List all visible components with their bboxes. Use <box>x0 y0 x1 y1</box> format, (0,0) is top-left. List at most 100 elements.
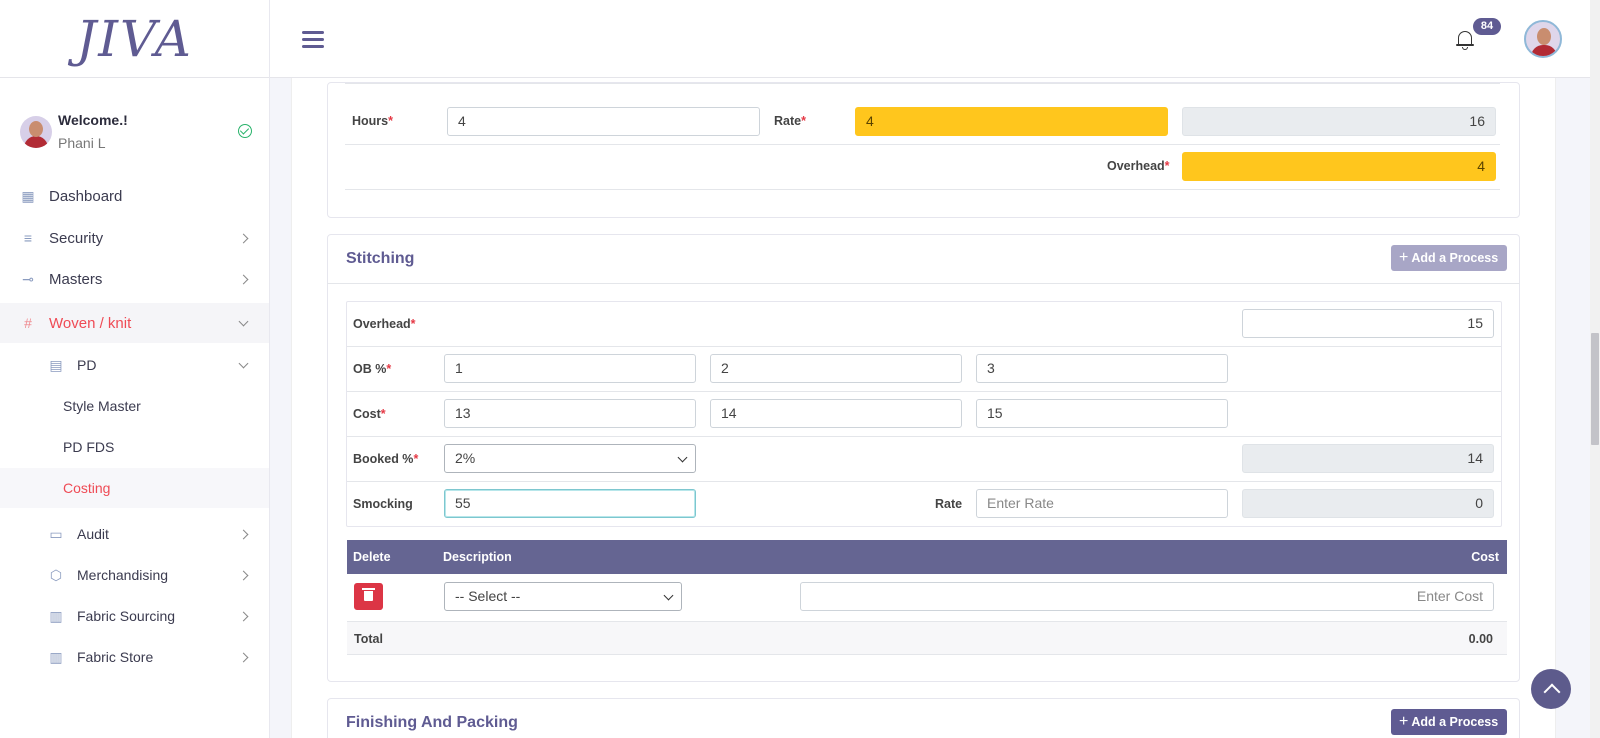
sidebar: JIVA Welcome.! Phani L ▦ Dashboard ≡ Sec… <box>0 0 270 738</box>
fabric-icon: ▥ <box>49 608 63 624</box>
process-table-header: Delete Description Cost <box>347 540 1507 574</box>
cost-input-1[interactable]: 13 <box>444 399 696 428</box>
sidebar-item-audit[interactable]: ▭ Audit <box>0 514 269 554</box>
header-delete: Delete <box>353 550 391 564</box>
hamburger-menu-icon[interactable] <box>302 31 324 48</box>
ob-percent-input-3[interactable]: 3 <box>976 354 1228 383</box>
delete-row-button[interactable] <box>354 583 383 610</box>
sidebar-item-label: Security <box>49 229 104 247</box>
cost-input-2[interactable]: 14 <box>710 399 962 428</box>
cost-label: Cost* <box>353 407 386 421</box>
avatar <box>20 116 52 148</box>
bell-icon[interactable] <box>1456 30 1474 50</box>
booked-percent-select[interactable]: 2% <box>444 444 696 473</box>
smocking-rate-label: Rate <box>935 497 963 511</box>
sidebar-item-label: Fabric Store <box>77 649 154 665</box>
table-total-row: Total 0.00 <box>347 621 1507 655</box>
stitching-title: Stitching <box>346 250 415 267</box>
sidebar-item-label: Merchandising <box>77 567 169 583</box>
chevron-right-icon <box>238 233 249 243</box>
table-icon: ▤ <box>49 357 63 373</box>
smocking-total: 0 <box>1242 489 1494 518</box>
dashboard-icon: ▦ <box>21 188 35 204</box>
cost-input-3[interactable]: 15 <box>976 399 1228 428</box>
chevron-down-icon <box>663 590 674 601</box>
sidebar-item-costing[interactable]: Costing <box>0 468 269 508</box>
sidebar-item-label: Woven / knit <box>49 314 132 332</box>
ob-percent-label: OB %* <box>353 362 392 376</box>
sidebar-item-pd-fds[interactable]: PD FDS <box>0 427 269 467</box>
labour-cost-card <box>327 82 1520 218</box>
sidebar-item-label: Dashboard <box>49 187 123 205</box>
finishing-title: Finishing And Packing <box>346 714 518 731</box>
hours-label: Hours* <box>352 114 393 128</box>
chevron-right-icon <box>238 274 249 284</box>
sidebar-item-label: PD <box>77 357 97 373</box>
chevron-right-icon <box>238 570 249 580</box>
description-select[interactable]: -- Select -- <box>444 582 682 611</box>
stitching-add-process-button[interactable]: + Add a Process <box>1391 245 1508 271</box>
hours-input[interactable]: 4 <box>447 107 760 136</box>
chevron-down-icon <box>238 316 249 327</box>
sidebar-item-security[interactable]: ≡ Security <box>0 218 269 258</box>
total-value: 0.00 <box>1468 632 1493 646</box>
logo[interactable]: JIVA <box>0 0 269 78</box>
logo-text: JIVA <box>76 9 193 68</box>
masters-icon: ⊸ <box>22 271 34 287</box>
chevron-right-icon <box>238 529 249 539</box>
stitching-overhead-input[interactable]: 15 <box>1242 309 1494 338</box>
smocking-label: Smocking <box>353 497 413 511</box>
sidebar-item-label: Style Master <box>63 398 141 414</box>
sidebar-item-merchandising[interactable]: ⬡ Merchandising <box>0 555 269 595</box>
merch-icon: ⬡ <box>49 567 63 583</box>
audit-icon: ▭ <box>49 526 63 542</box>
sidebar-item-label: Masters <box>49 270 103 288</box>
stitching-overhead-label: Overhead* <box>353 317 416 331</box>
online-check-icon <box>238 124 252 138</box>
sidebar-item-dashboard[interactable]: ▦ Dashboard <box>0 176 269 216</box>
rate-input[interactable]: 4 <box>855 107 1168 136</box>
chevron-down-icon <box>238 358 249 369</box>
booked-percent-label: Booked %* <box>353 452 419 466</box>
smocking-rate-input[interactable]: Enter Rate <box>976 489 1228 518</box>
sidebar-item-label: Costing <box>63 480 111 496</box>
row-cost-input[interactable]: Enter Cost <box>800 582 1494 611</box>
sidebar-item-pd[interactable]: ▤ PD <box>0 345 269 385</box>
sidebar-item-fabric-sourcing[interactable]: ▥ Fabric Sourcing <box>0 596 269 636</box>
overhead-input[interactable]: 4 <box>1182 152 1496 181</box>
scroll-to-top-button[interactable] <box>1531 669 1571 709</box>
sidebar-item-label: Audit <box>77 526 109 542</box>
user-name: Phani L <box>58 135 106 151</box>
rate-label: Rate* <box>774 114 806 128</box>
grid-icon: # <box>24 315 32 331</box>
notification-badge: 84 <box>1473 18 1501 35</box>
overhead-label: Overhead* <box>1107 159 1170 173</box>
sliders-icon: ≡ <box>23 230 33 246</box>
chevron-right-icon <box>238 652 249 662</box>
smocking-input[interactable]: 55 <box>444 489 696 518</box>
sidebar-item-masters[interactable]: ⊸ Masters <box>0 259 269 299</box>
sidebar-item-fabric-store[interactable]: ▥ Fabric Store <box>0 637 269 677</box>
user-profile: Welcome.! Phani L <box>20 110 252 154</box>
chevron-down-icon <box>677 452 688 463</box>
page-scrollbar[interactable] <box>1590 0 1600 738</box>
header-description: Description <box>443 550 512 564</box>
chevron-right-icon <box>238 611 249 621</box>
hours-rate-total: 16 <box>1182 107 1496 136</box>
finishing-add-process-button[interactable]: + Add a Process <box>1391 709 1508 735</box>
header-cost: Cost <box>1471 550 1499 564</box>
sidebar-item-woven-knit[interactable]: # Woven / knit <box>0 303 269 343</box>
total-label: Total <box>354 632 383 646</box>
trash-icon <box>362 588 375 601</box>
welcome-text: Welcome.! <box>58 112 128 128</box>
scrollbar-thumb[interactable] <box>1591 333 1599 445</box>
store-icon: ▥ <box>49 649 63 665</box>
booked-total: 14 <box>1242 444 1494 473</box>
sidebar-item-label: Fabric Sourcing <box>77 608 176 624</box>
ob-percent-input-2[interactable]: 2 <box>710 354 962 383</box>
ob-percent-input-1[interactable]: 1 <box>444 354 696 383</box>
sidebar-item-label: PD FDS <box>63 439 115 455</box>
sidebar-item-style-master[interactable]: Style Master <box>0 386 269 426</box>
user-avatar[interactable] <box>1524 20 1562 58</box>
top-bar: 84 <box>270 0 1590 78</box>
